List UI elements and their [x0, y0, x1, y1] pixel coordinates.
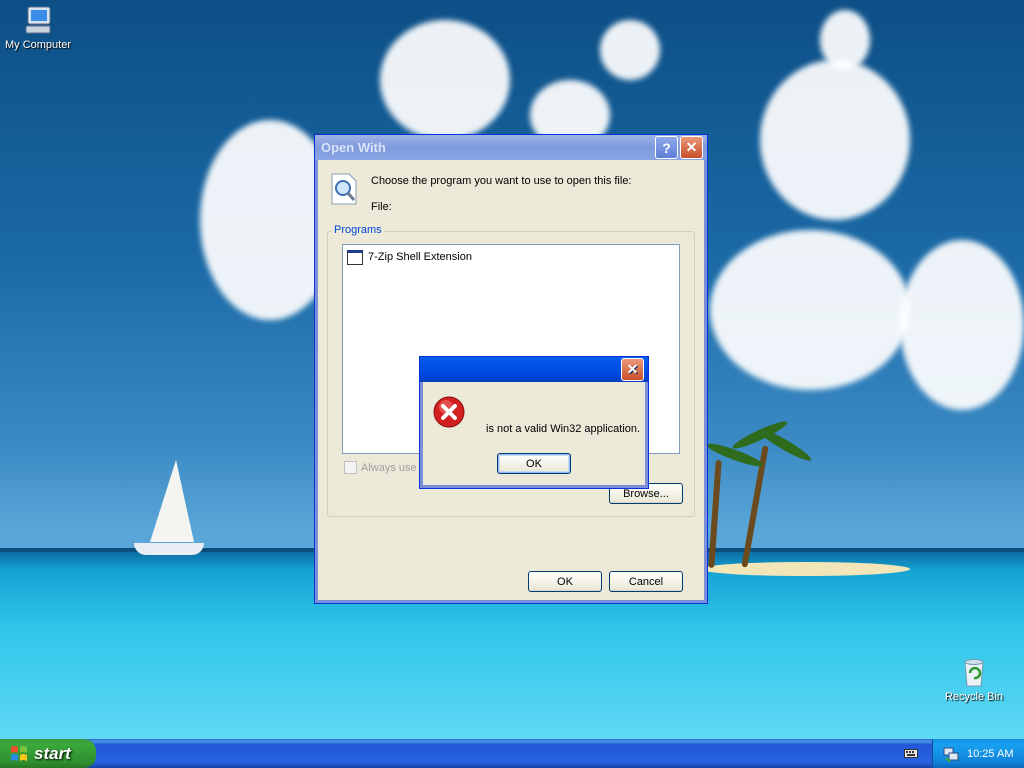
start-label: start	[34, 743, 71, 763]
wallpaper-cloud	[760, 60, 910, 220]
desktop-icon-recycle-bin[interactable]: Recycle Bin	[934, 656, 1014, 703]
always-use-checkbox[interactable]: Always use t	[344, 461, 423, 474]
sailboat-hull	[134, 543, 204, 555]
desktop-icon-label: My Computer	[4, 39, 72, 51]
desktop-icon-my-computer[interactable]: My Computer	[0, 4, 78, 51]
close-icon[interactable]: ✕	[680, 136, 703, 159]
error-dialog: ✕ is not a valid Win32 application. OK	[419, 356, 649, 489]
wallpaper-cloud	[900, 240, 1024, 410]
error-ok-button[interactable]: OK	[497, 453, 571, 474]
instruction-text: Choose the program you want to use to op…	[371, 175, 632, 187]
desktop-icon-label: Recycle Bin	[944, 691, 1004, 703]
always-use-label: Always use t	[361, 461, 423, 474]
file-label: File:	[371, 201, 392, 213]
recycle-bin-icon	[958, 656, 990, 688]
open-with-titlebar[interactable]: Open With ? ✕	[315, 135, 707, 160]
cancel-button[interactable]: Cancel	[609, 571, 683, 592]
my-computer-icon	[22, 4, 54, 36]
windows-logo-icon	[10, 745, 28, 763]
ok-button[interactable]: OK	[528, 571, 602, 592]
clock[interactable]: 10:25 AM	[967, 748, 1013, 760]
sailboat-sail	[150, 460, 194, 542]
programs-group-label: Programs	[332, 224, 384, 236]
dialog-title: Open With	[321, 140, 386, 155]
wallpaper-cloud	[380, 20, 510, 140]
checkbox-box[interactable]	[344, 461, 357, 474]
program-name: 7-Zip Shell Extension	[368, 251, 472, 263]
program-window-icon	[347, 249, 363, 265]
taskbar: start 10:25 AM	[0, 739, 1024, 768]
start-button[interactable]: start	[0, 739, 96, 768]
open-with-file-icon	[329, 173, 359, 205]
error-message: is not a valid Win32 application.	[486, 423, 641, 435]
wallpaper-cloud	[820, 10, 870, 70]
network-icon[interactable]	[943, 746, 959, 763]
island	[700, 562, 910, 576]
system-tray: 10:25 AM	[932, 739, 1024, 768]
list-item[interactable]: 7-Zip Shell Extension	[347, 249, 472, 265]
close-icon[interactable]: ✕	[621, 358, 644, 381]
keyboard-icon[interactable]	[904, 747, 918, 759]
error-titlebar[interactable]: ✕	[420, 357, 648, 382]
wallpaper-cloud	[710, 230, 910, 390]
error-icon	[433, 396, 465, 428]
help-icon[interactable]: ?	[655, 136, 678, 159]
wallpaper-cloud	[600, 20, 660, 80]
